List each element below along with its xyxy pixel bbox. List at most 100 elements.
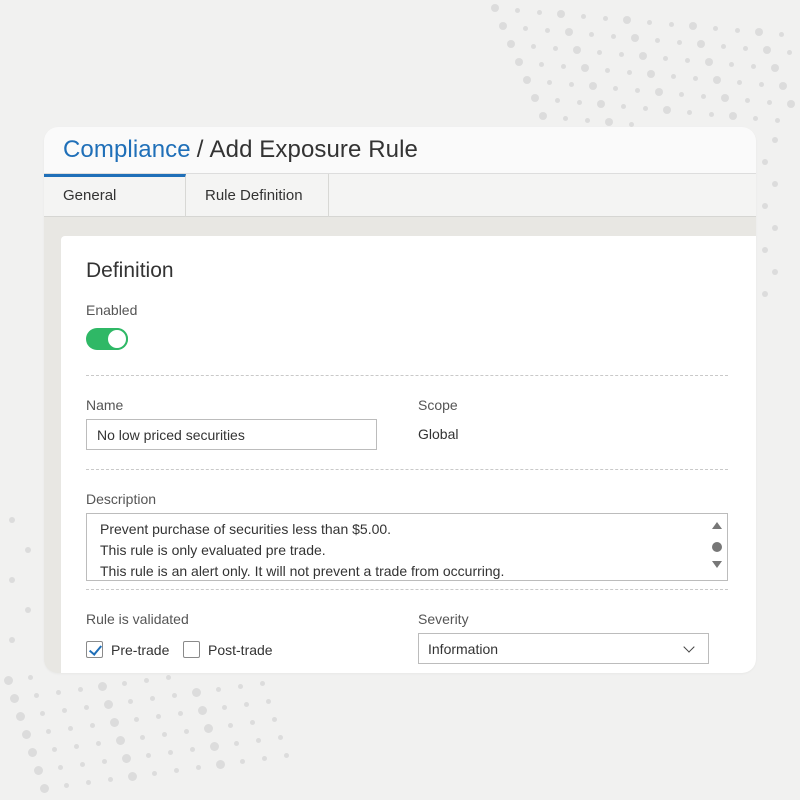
toggle-knob [106,328,128,350]
enabled-toggle[interactable] [86,328,128,350]
enabled-label: Enabled [86,302,138,318]
background-dot [133,716,139,722]
background-dot [121,753,131,763]
background-dot [491,4,499,12]
tab-rule-definition[interactable]: Rule Definition [186,174,329,217]
background-dot [15,711,25,721]
description-field[interactable]: Prevent purchase of securities less than… [86,513,728,581]
description-line: This rule is only evaluated pre trade. [100,542,326,558]
divider [86,375,728,376]
background-dot [55,689,61,695]
background-dot [568,81,574,87]
background-dot [3,675,13,685]
background-dot [604,67,610,73]
background-dot [183,728,189,734]
background-dot [689,22,697,30]
background-dot [165,674,171,680]
background-dot [705,58,713,66]
background-dot [161,731,167,737]
scroll-up-arrow-icon[interactable] [712,522,722,529]
description-scrollbar[interactable] [711,522,723,572]
background-dot [21,729,31,739]
background-dot [522,25,528,31]
background-dot [634,87,640,93]
background-dot [25,547,31,553]
background-dot [772,225,778,231]
background-dot [97,681,107,691]
checkbox-checked-icon[interactable] [86,641,103,658]
background-dot [786,49,792,55]
post-trade-checkbox[interactable]: Post-trade [183,641,273,658]
background-dot [655,88,663,96]
tab-general[interactable]: General [44,174,186,217]
background-dot [762,291,768,297]
background-dot [663,106,671,114]
background-dot [271,716,277,722]
background-dot [95,740,101,746]
background-dot [697,40,705,48]
background-dot [787,100,795,108]
background-dot [686,109,692,115]
background-dot [734,27,740,33]
background-dot [573,46,581,54]
name-label: Name [86,397,124,413]
background-dot [728,61,734,67]
scroll-down-arrow-icon[interactable] [712,561,722,568]
background-dot [39,710,45,716]
background-dot [752,115,758,121]
background-dot [107,776,113,782]
background-dot [662,55,668,61]
background-dot [109,717,119,727]
background-dot [708,111,714,117]
background-dot [57,764,63,770]
background-dot [762,203,768,209]
rule-editor-window: Compliance / Add Exposure Rule General R… [44,127,756,673]
background-dot [145,752,151,758]
background-dot [778,31,784,37]
background-dot [623,16,631,24]
background-dot [668,21,674,27]
background-dot [596,49,602,55]
background-dot [539,112,547,120]
background-dot [700,93,706,99]
background-dot [25,607,31,613]
checkbox-unchecked-icon[interactable] [183,641,200,658]
pre-trade-checkbox[interactable]: Pre-trade [86,641,169,658]
background-dot [589,82,597,90]
background-dot [584,117,590,123]
name-field[interactable] [86,419,377,450]
background-dot [779,82,787,90]
scroll-thumb[interactable] [712,542,722,552]
background-dot [626,69,632,75]
background-dot [736,79,742,85]
breadcrumb-separator: / [196,136,204,163]
background-dot [103,699,113,709]
background-dot [557,10,565,18]
background-dot [9,517,15,523]
background-dot [45,728,51,734]
background-dot [203,723,213,733]
background-dot [771,64,779,72]
background-dot [676,39,682,45]
breadcrumb-compliance-link[interactable]: Compliance [63,136,191,164]
scope-label: Scope [418,397,458,413]
background-dot [127,698,133,704]
severity-select[interactable]: Information [418,633,709,664]
background-dot [85,779,91,785]
background-dot [115,735,125,745]
divider [86,469,728,470]
background-dot [530,43,536,49]
background-dot [772,181,778,187]
background-dot [197,705,207,715]
background-dot [239,758,245,764]
background-dot [766,99,772,105]
background-dot [173,767,179,773]
background-dot [139,734,145,740]
background-dot [215,686,221,692]
background-dot [758,81,764,87]
background-dot [89,722,95,728]
background-dot [507,40,515,48]
background-dot [63,782,69,788]
background-dot [79,761,85,767]
background-dot [720,43,726,49]
